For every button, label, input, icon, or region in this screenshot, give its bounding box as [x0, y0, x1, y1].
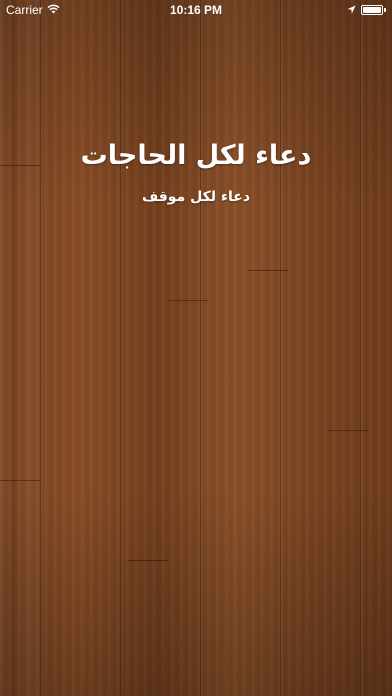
- wood-seam: [328, 430, 368, 431]
- status-time: 10:16 PM: [169, 3, 223, 17]
- battery-icon: [361, 5, 383, 15]
- app-subtitle: دعاء لكل موقف: [141, 189, 251, 205]
- status-right: [347, 3, 386, 17]
- app-title: دعاء لكل الحاجات: [80, 140, 312, 171]
- battery-tip: [384, 8, 386, 12]
- wood-seam: [248, 270, 288, 271]
- wood-seam: [0, 480, 40, 481]
- status-bar: Carrier 10:16 PM: [0, 0, 392, 20]
- battery-fill: [363, 7, 381, 13]
- wood-seam: [128, 560, 168, 561]
- location-arrow-icon: [347, 3, 356, 17]
- wood-seam: [168, 300, 208, 301]
